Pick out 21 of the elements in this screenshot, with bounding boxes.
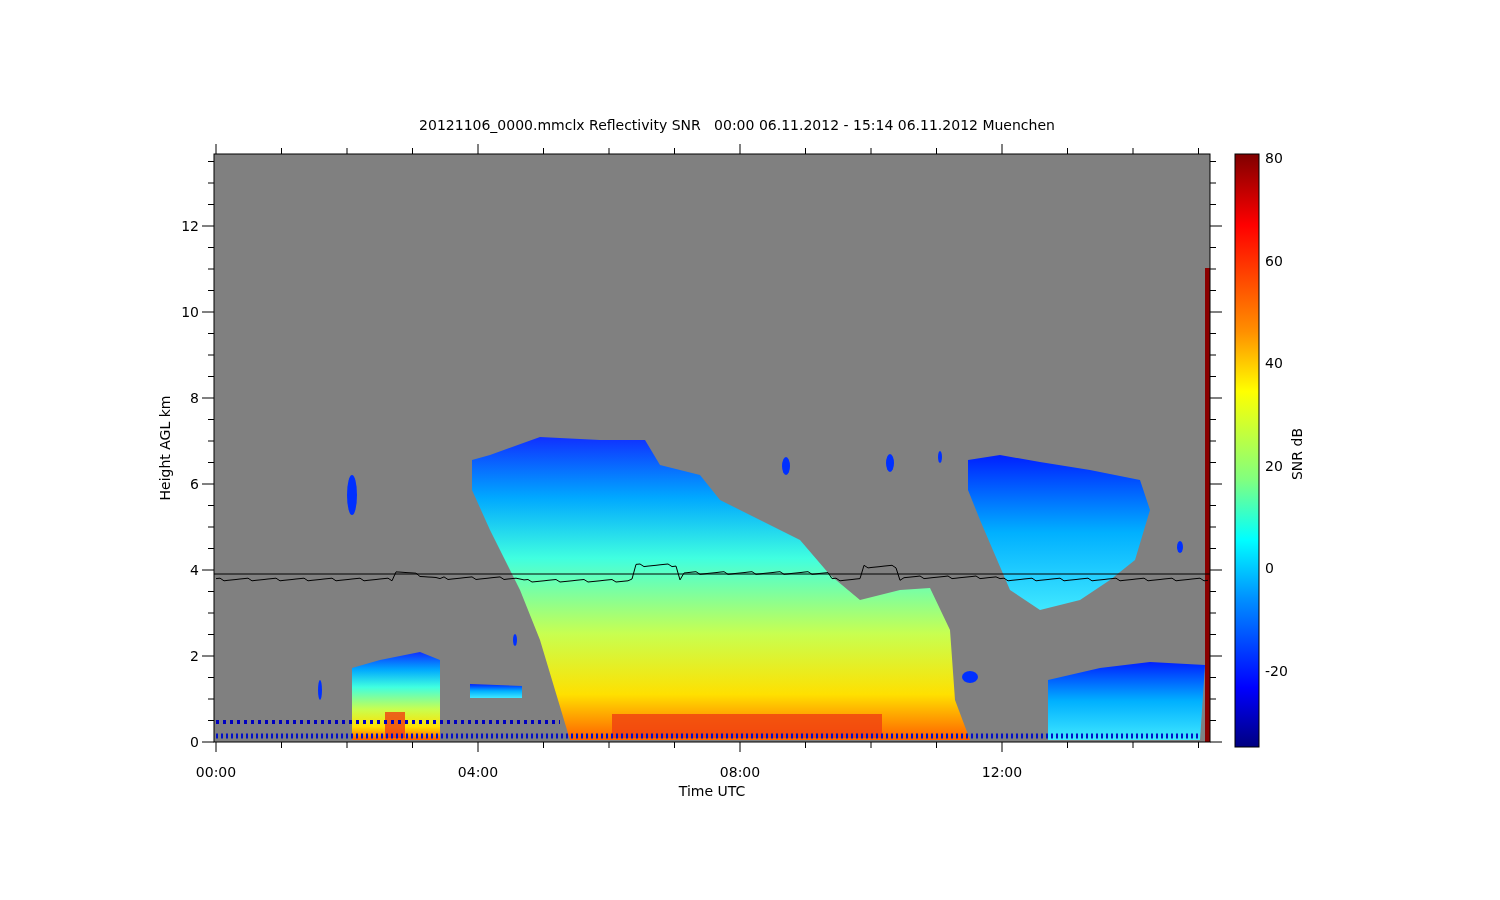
x-tick-label: 12:00 xyxy=(981,764,1023,780)
x-tick-label: 04:00 xyxy=(457,764,499,780)
plot-title: 20121106_0000.mmclx Reflectivity SNR 00:00 06.11.2012 - 15:14 06.11.2012 Muenchen xyxy=(419,117,1055,133)
colorbar-tick-label: 80 xyxy=(1265,150,1283,166)
x-axis-label: Time UTC xyxy=(678,783,746,799)
y-tick-label: 10 xyxy=(181,304,199,320)
x-tick-label: 00:00 xyxy=(195,764,237,780)
y-tick-label: 4 xyxy=(190,562,199,578)
colorbar-tick-label: 60 xyxy=(1265,252,1283,269)
y-tick-label: 0 xyxy=(190,734,199,750)
colorbar-tick-label: 20 xyxy=(1265,457,1283,474)
y-tick-label: 8 xyxy=(190,390,199,406)
y-tick-label: 2 xyxy=(190,648,199,664)
colorbar-tick-label: 40 xyxy=(1265,355,1283,372)
y-tick-label: 6 xyxy=(190,476,199,492)
y-tick-label: 12 xyxy=(181,218,199,234)
colorbar-tick-label: -20 xyxy=(1265,663,1288,679)
colorbar-label: SNR dB xyxy=(1289,428,1305,480)
y-axis-label: Height AGL km xyxy=(157,395,173,501)
x-tick-label: 08:00 xyxy=(719,764,761,780)
colorbar-tick-label: 0 xyxy=(1265,560,1274,577)
